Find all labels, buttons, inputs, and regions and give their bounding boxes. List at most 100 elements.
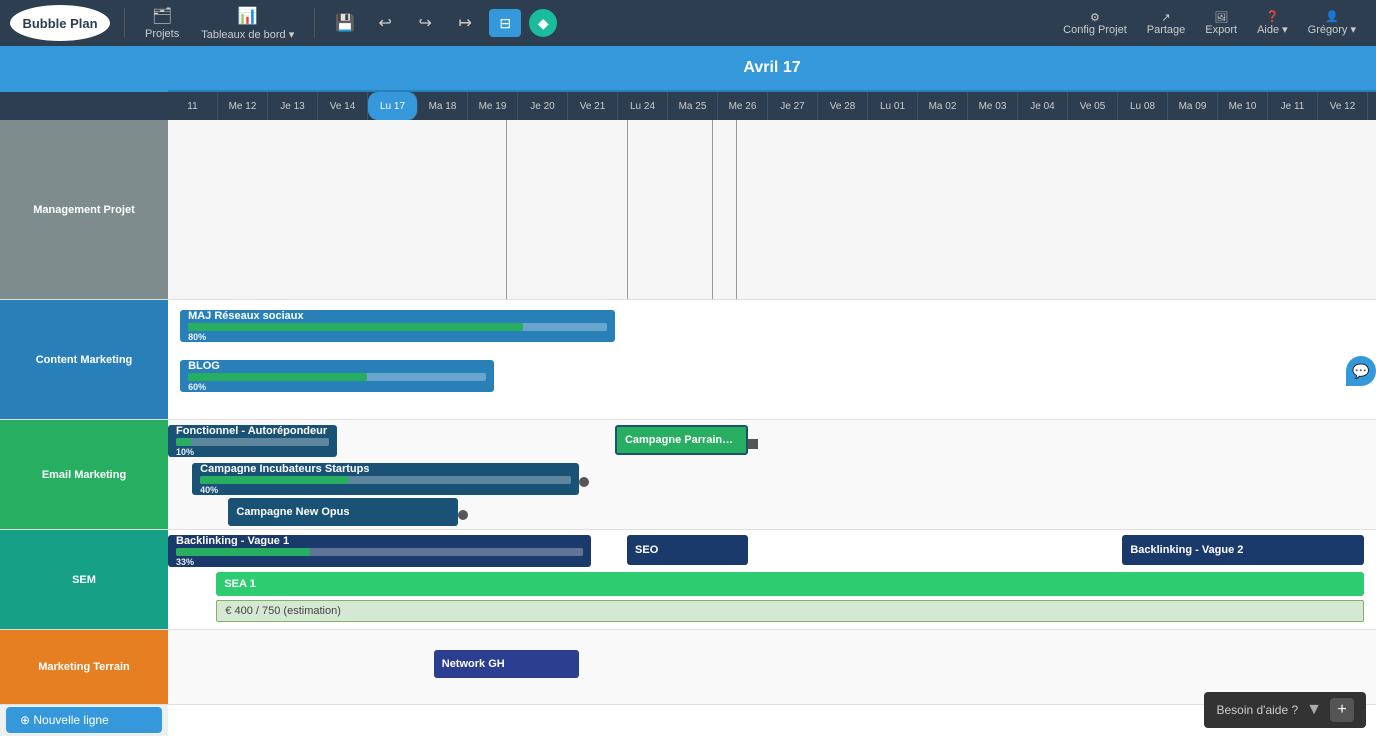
progress-container [176,548,583,556]
date-cell: Me 26 [718,92,768,120]
date-cell: Lu 24 [618,92,668,120]
nav-divider-1 [124,8,125,38]
bar-backlinking-2[interactable]: Backlinking - Vague 2 [1122,535,1364,565]
label-content: Content Marketing [0,300,168,420]
date-cell-today: Lu 17 [368,92,418,120]
label-month-placeholder [0,46,168,92]
gantt-rows: MAJ Réseaux sociaux 80% BLOG 60% [168,120,1376,705]
dates-row: 11 Me 12 Je 13 Ve 14 Lu 17 Ma 18 Me 19 J… [168,92,1376,120]
bar-seo[interactable]: SEO [627,535,748,565]
help-widget[interactable]: Besoin d'aide ? ▼ + [1204,692,1366,728]
date-cell: Me 10 [1218,92,1268,120]
bar-label: Network GH [442,658,571,670]
progress-fill [200,476,348,484]
date-cell: Je 11 [1268,92,1318,120]
bar-backlinking-1[interactable]: Backlinking - Vague 1 33% [168,535,591,567]
label-bottom: ⊕ Nouvelle ligne ⊕ Nouveau sous-projet [0,705,168,736]
label-marketing: Marketing Terrain [0,630,168,705]
left-labels: Management Projet Content Marketing Emai… [0,46,168,736]
gantt-area: Avril 17 11 Me 12 Je 13 Ve 14 Lu 17 Ma 1… [168,46,1376,736]
label-dates-placeholder [0,92,168,120]
bar-label: BLOG [188,360,486,371]
milestone-dot [748,439,758,449]
view-icon: ⊟ [499,15,511,32]
view-toggle-button[interactable]: ⊟ [489,9,521,37]
bar-incubateurs[interactable]: Campagne Incubateurs Startups 40% [192,463,579,495]
bar-label: Backlinking - Vague 1 [176,535,583,546]
connector-line-2 [627,120,628,299]
progress-container [188,373,486,381]
config-button[interactable]: ⚙ Config Projet [1057,11,1133,36]
progress-fill [176,548,310,556]
date-cell: Ve 28 [818,92,868,120]
bar-label: SEA 1 [224,578,1356,590]
label-email: Email Marketing [0,420,168,530]
connector-line-1 [506,120,507,299]
connector-line-4 [736,120,737,299]
progress-text: 33% [176,557,583,567]
gantt-row-management [168,120,1376,300]
folder-icon: 🗂 [152,6,172,26]
arrow-button[interactable]: ↦ [449,9,481,37]
date-cell: Ma 09 [1168,92,1218,120]
bar-blog[interactable]: BLOG 60% [180,360,494,392]
app-logo[interactable]: Bubble Plan [10,5,110,41]
top-nav: Bubble Plan 🗂 Projets 📊 Tableaux de bord… [0,0,1376,46]
save-button[interactable]: 💾 [329,9,361,37]
month-header: Avril 17 [168,46,1376,92]
undo-button[interactable]: ↩ [369,9,401,37]
date-cell: Lu 08 [1118,92,1168,120]
bar-label: MAJ Réseaux sociaux [188,310,607,321]
redo-button[interactable]: ↪ [409,9,441,37]
bar-label: Campagne New Opus [236,506,450,518]
progress-fill [188,373,367,381]
diamond-icon: ◆ [538,15,549,32]
bar-label: SEO [635,544,740,556]
nav-right: ⚙ Config Projet ↗ Partage 🖼 Export ❓ Aid… [1057,10,1362,36]
date-cell: Ma 02 [918,92,968,120]
date-cell: 11 [168,92,218,120]
gantt-row-email: Fonctionnel - Autorépondeur 10% Campagne… [168,420,1376,530]
label-management: Management Projet [0,120,168,300]
milestone-dot-2 [579,477,589,487]
bar-parrainage[interactable]: Campagne Parrainage [615,425,748,455]
nav-divider-2 [314,8,315,38]
bar-sea1[interactable]: SEA 1 [216,572,1364,596]
progress-fill [176,438,191,446]
bar-maj-reseaux[interactable]: MAJ Réseaux sociaux 80% [180,310,615,342]
date-cell: Ve 12 [1318,92,1368,120]
new-line-button[interactable]: ⊕ Nouvelle ligne [6,707,162,733]
nav-tableaux[interactable]: 📊 Tableaux de bord ▾ [195,6,300,41]
export-button[interactable]: 🖼 Export [1199,11,1243,36]
date-cell: Ma 18 [418,92,468,120]
nav-projets[interactable]: 🗂 Projets [139,6,185,40]
partage-button[interactable]: ↗ Partage [1141,11,1192,36]
user-button[interactable]: 👤 Grégory ▾ [1302,10,1362,36]
help-plus-button[interactable]: + [1330,698,1354,722]
comment-bubble[interactable]: 💬 [1346,356,1376,386]
connector-line-3 [712,120,713,299]
date-cell: Ve 14 [318,92,368,120]
gantt-row-content: MAJ Réseaux sociaux 80% BLOG 60% [168,300,1376,420]
chart-icon: 📊 [238,6,258,26]
date-cell: Me 19 [468,92,518,120]
help-label: Besoin d'aide ? [1216,703,1298,717]
help-expand-icon: ▼ [1306,701,1322,719]
date-cell: Je 13 [268,92,318,120]
progress-container [188,323,607,331]
progress-text: 40% [200,485,571,495]
bar-label: Fonctionnel - Autorépondeur [176,425,329,436]
progress-container [176,438,329,446]
diamond-button[interactable]: ◆ [529,9,557,37]
progress-fill [188,323,523,331]
date-cell: Me 03 [968,92,1018,120]
bar-autorepondeur[interactable]: Fonctionnel - Autorépondeur 10% [168,425,337,457]
date-cell: Je 04 [1018,92,1068,120]
date-cell: Me 12 [218,92,268,120]
aide-button[interactable]: ❓ Aide ▾ [1251,10,1294,36]
date-cell: Lu [1368,92,1376,120]
label-sem: SEM [0,530,168,630]
date-cell: Ve 21 [568,92,618,120]
bar-network-gh[interactable]: Network GH [434,650,579,678]
bar-new-opus[interactable]: Campagne New Opus [228,498,458,526]
